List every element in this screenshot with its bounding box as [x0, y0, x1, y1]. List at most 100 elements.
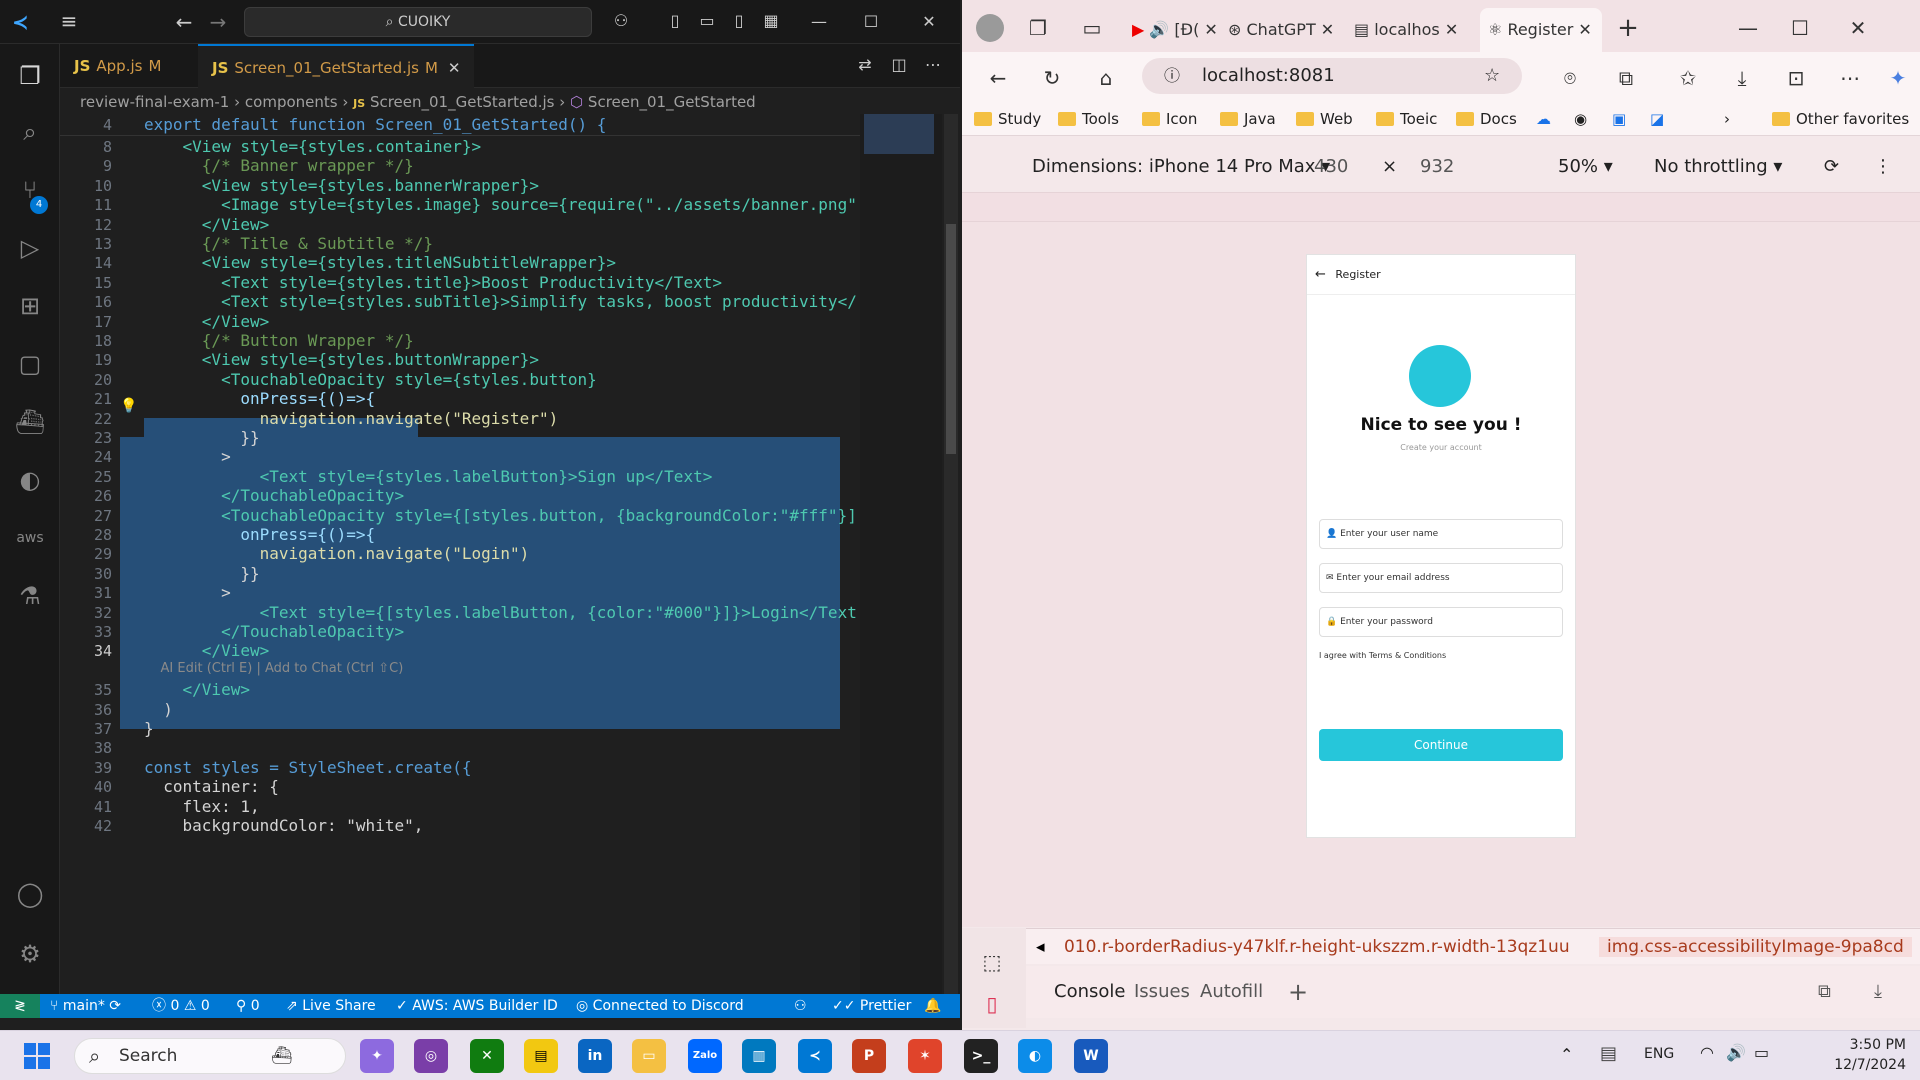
breadcrumb-item[interactable]: Screen_01_GetStarted.js — [370, 93, 555, 111]
more-menu-icon[interactable]: ⋯ — [1836, 64, 1864, 92]
dom-crumb[interactable]: 010.r-borderRadius-y47klf.r-height-ukszz… — [1064, 937, 1570, 957]
vscode-app-icon[interactable]: ≺ — [798, 1039, 832, 1073]
continue-button[interactable]: Continue — [1319, 729, 1563, 761]
remote-indicator-icon[interactable]: ≷ — [0, 994, 40, 1018]
sticky-notes-icon[interactable]: ▤ — [524, 1039, 558, 1073]
favorites-icon[interactable]: ✩ — [1674, 64, 1702, 92]
taskbar-search[interactable]: ⌕ Search ⛴ — [74, 1038, 346, 1074]
throttling-select[interactable]: No throttling ▾ — [1654, 146, 1782, 188]
sticky-scroll[interactable]: 4 export default function Screen_01_GetS… — [60, 114, 860, 136]
edge-devtools-icon[interactable]: ◐ — [10, 460, 50, 500]
aws-icon[interactable]: aws — [10, 518, 50, 558]
forward-arrow-icon[interactable]: → — [206, 10, 230, 34]
language-indicator[interactable]: ENG — [1644, 1046, 1674, 1062]
breadcrumb-item[interactable]: Screen_01_GetStarted — [588, 93, 756, 111]
copilot-status-icon[interactable]: ⚇ — [794, 994, 807, 1018]
back-icon[interactable]: ← — [984, 64, 1012, 92]
profile-avatar[interactable] — [976, 14, 1004, 42]
live-share-status[interactable]: ⇗ Live Share — [286, 994, 376, 1018]
trello-icon[interactable]: ▣ — [1612, 106, 1626, 132]
favorite-star-icon[interactable]: ☆ — [1484, 58, 1500, 94]
code-editor[interactable]: 4 export default function Screen_01_GetS… — [60, 114, 860, 994]
minimize-button[interactable]: — — [1734, 14, 1762, 42]
screenshot-icon[interactable]: ⌾ — [1556, 64, 1584, 92]
site-info-icon[interactable]: ⓘ — [1164, 58, 1180, 94]
breadcrumb-item[interactable]: review-final-exam-1 — [80, 93, 229, 111]
close-button[interactable]: ✕ — [906, 6, 952, 38]
xbox-icon[interactable]: ✕ — [470, 1039, 504, 1073]
favorite-study[interactable]: Study — [974, 106, 1041, 132]
terms-checkbox-label[interactable]: I agree with Terms & Conditions — [1319, 651, 1446, 660]
toggle-panel-icon[interactable]: ▭ — [696, 10, 718, 32]
minimap[interactable] — [860, 114, 942, 994]
new-tab-icon[interactable]: + — [1614, 14, 1642, 42]
terminal-icon[interactable]: >_ — [964, 1039, 998, 1073]
explorer-icon[interactable]: ❐ — [10, 56, 50, 96]
lightbulb-icon[interactable]: 💡 — [120, 398, 137, 414]
favorite-tools[interactable]: Tools — [1058, 106, 1119, 132]
collapse-drawer-icon[interactable]: ⤓ — [1874, 966, 1882, 1018]
media-app-icon[interactable]: ◎ — [414, 1039, 448, 1073]
branch-status[interactable]: ⑂ main* ⟳ — [50, 994, 121, 1018]
scrollbar-thumb[interactable] — [946, 224, 956, 454]
account-icon[interactable]: ◯ — [10, 874, 50, 914]
favorite-web[interactable]: Web — [1296, 106, 1353, 132]
extensions-icon[interactable]: ⧉ — [1612, 64, 1640, 92]
device-select[interactable]: Dimensions: iPhone 14 Pro Max ▾ — [1032, 146, 1330, 188]
wifi-icon[interactable]: ◠ — [1700, 1043, 1714, 1062]
prettier-status[interactable]: ✓✓ Prettier — [832, 994, 911, 1018]
remote-explorer-icon[interactable]: ▢ — [10, 344, 50, 384]
run-debug-icon[interactable]: ▷ — [10, 228, 50, 268]
height-input[interactable]: 932 — [1420, 146, 1454, 188]
command-center[interactable]: ⌕ CUOIKY — [244, 7, 592, 37]
favorite-icon-folder[interactable]: Icon — [1142, 106, 1197, 132]
width-input[interactable]: 430 — [1314, 146, 1348, 188]
tab-issues[interactable]: Issues — [1134, 966, 1190, 1018]
battery-icon[interactable]: ▭ — [1754, 1043, 1769, 1062]
powerpoint-icon[interactable]: P — [852, 1039, 886, 1073]
tab-screen-01-getstarted[interactable]: JS Screen_01_GetStarted.js M ✕ — [198, 44, 475, 88]
close-button[interactable]: ✕ — [1844, 14, 1872, 42]
problems-status[interactable]: ⓧ 0 ⚠ 0 — [152, 994, 210, 1018]
browser-tab-localhost[interactable]: ▤ localhos ✕ — [1354, 8, 1478, 52]
toggle-secondary-sidebar-icon[interactable]: ▯ — [728, 10, 750, 32]
email-field[interactable]: ✉ Enter your email address — [1319, 563, 1563, 593]
compare-changes-icon[interactable]: ⇄ — [854, 54, 876, 76]
copilot-icon[interactable]: ✦ — [1884, 64, 1912, 92]
edge-app-icon[interactable]: ◐ — [1018, 1039, 1052, 1073]
minimize-button[interactable]: — — [796, 6, 842, 38]
other-favorites[interactable]: Other favorites — [1772, 106, 1909, 132]
extensions-icon[interactable]: ⊞ — [10, 286, 50, 326]
windows-start-icon[interactable] — [24, 1043, 50, 1069]
scrollbar[interactable] — [944, 114, 958, 994]
device-emulation-icon[interactable]: ▯ — [978, 990, 1006, 1018]
downloads-icon[interactable]: ⤓ — [1728, 64, 1756, 92]
favorite-docs[interactable]: Docs — [1456, 106, 1517, 132]
linkedin-icon[interactable]: in — [578, 1039, 612, 1073]
address-bar[interactable]: ⓘ localhost:8081 ☆ — [1142, 58, 1522, 94]
more-favorites-icon[interactable]: › — [1724, 106, 1730, 132]
more-actions-icon[interactable]: ⋯ — [922, 54, 944, 76]
breadcrumb-item[interactable]: components — [245, 93, 338, 111]
tab-app-js[interactable]: JS App.js M — [60, 44, 175, 88]
favorite-java[interactable]: Java — [1220, 106, 1276, 132]
minimap-slider[interactable] — [864, 114, 934, 154]
username-field[interactable]: 👤 Enter your user name — [1319, 519, 1563, 549]
ai-edit-hint[interactable]: AI Edit (Ctrl E) | Add to Chat (Ctrl ⇧C) — [144, 661, 404, 676]
settings-gear-icon[interactable]: ⚙ — [10, 934, 50, 974]
browser-tab-youtube[interactable]: ▶ 🔊 [Đ( ✕ — [1132, 8, 1228, 52]
favorite-toeic[interactable]: Toeic — [1376, 106, 1437, 132]
xmind-icon[interactable]: ✶ — [908, 1039, 942, 1073]
jira-icon[interactable]: ◪ — [1650, 106, 1664, 132]
toggle-sidebar-icon[interactable]: ▯ — [664, 10, 686, 32]
password-field[interactable]: 🔒 Enter your password — [1319, 607, 1563, 637]
zalo-icon[interactable]: Zalo — [688, 1039, 722, 1073]
inspect-element-icon[interactable]: ⬚ — [978, 948, 1006, 976]
aws-status[interactable]: ✓ AWS: AWS Builder ID — [396, 994, 558, 1018]
file-explorer-icon[interactable]: ▭ — [632, 1039, 666, 1073]
tab-console[interactable]: Console — [1054, 966, 1125, 1018]
menu-icon[interactable]: ≡ — [56, 9, 82, 35]
copilot-icon[interactable]: ⚇ — [610, 10, 632, 32]
media-query-ruler[interactable] — [962, 192, 1920, 222]
dom-crumb[interactable]: img.css-accessibilityImage-9pa8cd — [1599, 937, 1912, 957]
